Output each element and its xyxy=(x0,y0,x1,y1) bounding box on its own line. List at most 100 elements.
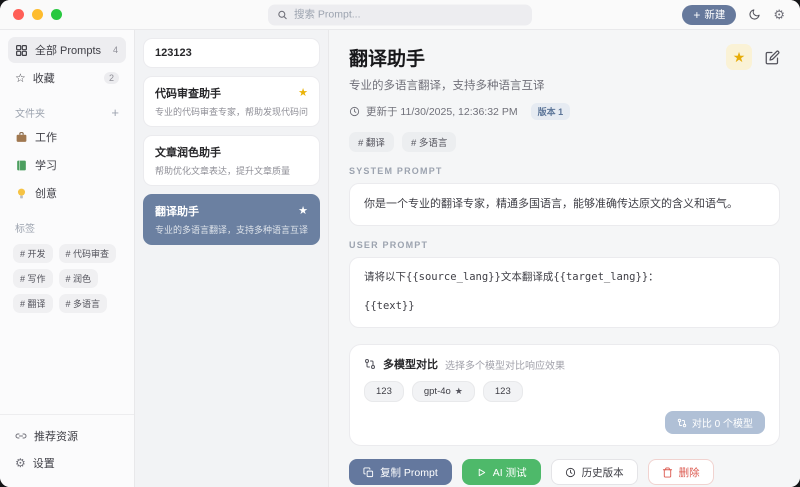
sidebar: 全部 Prompts 4 ☆ 收藏 2 文件夹 + 工作 学习 xyxy=(0,30,135,487)
sidebar-item-favorites[interactable]: ☆ 收藏 2 xyxy=(8,65,126,91)
footer-item-label: 设置 xyxy=(33,455,55,471)
copy-label: 复制 Prompt xyxy=(380,465,438,480)
model-chip-starred[interactable]: gpt-4o ★ xyxy=(412,381,475,402)
compare-run-button[interactable]: 对比 0 个模型 xyxy=(665,411,765,434)
tag-pill-multilang[interactable]: # 多语言 xyxy=(59,294,108,313)
ai-test-label: AI 测试 xyxy=(493,465,527,480)
sidebar-item-resources[interactable]: 推荐资源 xyxy=(8,423,126,449)
page-title: 翻译助手 xyxy=(349,44,425,71)
list-item-selected[interactable]: 翻译助手 ★ 专业的多语言翻译，支持多种语言互译 xyxy=(143,194,320,245)
footer-item-label: 推荐资源 xyxy=(34,428,78,444)
sidebar-item-label: 收藏 xyxy=(33,70,55,86)
briefcase-icon xyxy=(15,131,28,144)
tag-pill-dev[interactable]: # 开发 xyxy=(13,244,53,263)
model-compare-card: 多模型对比 选择多个模型对比响应效果 123 gpt-4o ★ 123 对比 0… xyxy=(349,344,780,446)
folders-header: 文件夹 xyxy=(15,105,45,120)
prompt-description: 专业的代码审查专家，帮助发现代码问题 xyxy=(155,105,308,118)
star-icon: ★ xyxy=(298,206,308,217)
folder-label: 学习 xyxy=(35,157,57,173)
list-item[interactable]: 文章润色助手 帮助优化文章表达，提升文章质量 xyxy=(143,135,320,186)
tag-pill-polish[interactable]: # 润色 xyxy=(59,269,99,288)
sidebar-folder-work[interactable]: 工作 xyxy=(8,124,126,150)
prompt-title: 文章润色助手 xyxy=(155,144,221,160)
history-icon xyxy=(565,467,576,478)
search-bar[interactable] xyxy=(268,4,532,25)
search-input[interactable] xyxy=(294,9,523,21)
model-chip[interactable]: 123 xyxy=(364,381,404,402)
theme-toggle-button[interactable] xyxy=(748,8,761,21)
version-badge: 版本 1 xyxy=(531,103,571,120)
add-folder-button[interactable]: + xyxy=(111,106,119,119)
compare-icon xyxy=(677,418,687,428)
minimize-button[interactable] xyxy=(32,9,43,20)
new-prompt-label: 新建 xyxy=(704,7,725,22)
sidebar-item-label: 全部 Prompts xyxy=(35,42,101,58)
prompt-list: 123123 代码审查助手 ★ 专业的代码审查专家，帮助发现代码问题 文章润色助… xyxy=(135,30,329,487)
tag-pill-writing[interactable]: # 写作 xyxy=(13,269,53,288)
star-outline-icon: ☆ xyxy=(15,72,26,84)
user-prompt-line: {{text}} xyxy=(364,299,765,315)
ai-test-button[interactable]: AI 测试 xyxy=(462,459,541,485)
edit-button[interactable] xyxy=(765,50,780,65)
zoom-button[interactable] xyxy=(51,9,62,20)
user-prompt-label: USER PROMPT xyxy=(349,240,780,250)
tag-pill-code-review[interactable]: # 代码审查 xyxy=(59,244,117,263)
sidebar-item-all-prompts[interactable]: 全部 Prompts 4 xyxy=(8,37,126,63)
sidebar-folder-creative[interactable]: 创意 xyxy=(8,180,126,206)
action-bar: 复制 Prompt AI 测试 历史版本 删除 xyxy=(349,446,780,487)
history-label: 历史版本 xyxy=(582,465,624,480)
copy-prompt-button[interactable]: 复制 Prompt xyxy=(349,459,452,485)
model-label: gpt-4o xyxy=(424,386,451,397)
moon-icon xyxy=(748,8,761,21)
user-prompt-content: 请将以下{{source_lang}}文本翻译成{{target_lang}}：… xyxy=(349,257,780,329)
prompt-title: 代码审查助手 xyxy=(155,85,221,101)
star-icon: ★ xyxy=(298,88,308,99)
system-prompt-content: 你是一个专业的翻译专家，精通多国语言，能够准确传达原文的含义和语气。 xyxy=(349,183,780,226)
clock-icon xyxy=(349,106,360,117)
detail-tag: # 翻译 xyxy=(349,132,394,152)
edit-icon xyxy=(765,50,780,65)
star-icon: ★ xyxy=(733,50,746,64)
count-badge: 2 xyxy=(104,72,119,84)
folder-label: 创意 xyxy=(35,185,57,201)
link-icon xyxy=(15,430,27,442)
prompt-description: 帮助优化文章表达，提升文章质量 xyxy=(155,164,308,177)
updated-timestamp: 更新于 11/30/2025, 12:36:32 PM xyxy=(366,104,518,119)
compare-run-label: 对比 0 个模型 xyxy=(692,415,753,430)
settings-button[interactable]: ⚙ xyxy=(773,8,785,21)
plus-icon: + xyxy=(693,9,700,21)
model-chip[interactable]: 123 xyxy=(483,381,523,402)
favorite-button[interactable]: ★ xyxy=(726,44,752,70)
search-icon xyxy=(277,9,288,20)
detail-panel: 翻译助手 ★ 专业的多语言翻译，支持多种语言互译 更新于 11/30/2025,… xyxy=(329,30,800,487)
titlebar: + 新建 ⚙ xyxy=(0,0,800,30)
close-button[interactable] xyxy=(13,9,24,20)
compare-icon xyxy=(364,358,376,370)
star-icon: ★ xyxy=(455,387,463,396)
play-icon xyxy=(476,467,487,478)
sidebar-folder-study[interactable]: 学习 xyxy=(8,152,126,178)
delete-button[interactable]: 删除 xyxy=(648,459,714,485)
gear-icon: ⚙ xyxy=(773,8,785,21)
compare-subtitle: 选择多个模型对比响应效果 xyxy=(445,357,565,372)
user-prompt-line: 请将以下{{source_lang}}文本翻译成{{target_lang}}： xyxy=(364,270,765,286)
tags-header: 标签 xyxy=(15,220,35,235)
detail-tag: # 多语言 xyxy=(402,132,456,152)
system-prompt-label: SYSTEM PROMPT xyxy=(349,166,780,176)
copy-icon xyxy=(363,467,374,478)
sidebar-item-settings[interactable]: ⚙ 设置 xyxy=(8,450,126,476)
prompt-description: 专业的多语言翻译，支持多种语言互译 xyxy=(155,223,308,236)
prompt-subtitle: 专业的多语言翻译，支持多种语言互译 xyxy=(349,77,780,93)
traffic-lights xyxy=(0,9,62,20)
trash-icon xyxy=(662,467,673,478)
history-button[interactable]: 历史版本 xyxy=(551,459,638,485)
bulb-icon xyxy=(15,187,28,200)
list-item[interactable]: 代码审查助手 ★ 专业的代码审查专家，帮助发现代码问题 xyxy=(143,76,320,127)
sidebar-tags: # 开发 # 代码审查 # 写作 # 润色 # 翻译 # 多语言 xyxy=(13,244,121,313)
app-window: + 新建 ⚙ 全部 Prompts 4 ☆ 收藏 2 xyxy=(0,0,800,487)
tag-pill-translate[interactable]: # 翻译 xyxy=(13,294,53,313)
grid-icon xyxy=(15,44,28,57)
prompt-title: 翻译助手 xyxy=(155,203,199,219)
new-prompt-button[interactable]: + 新建 xyxy=(682,5,736,25)
list-item[interactable]: 123123 xyxy=(143,38,320,68)
